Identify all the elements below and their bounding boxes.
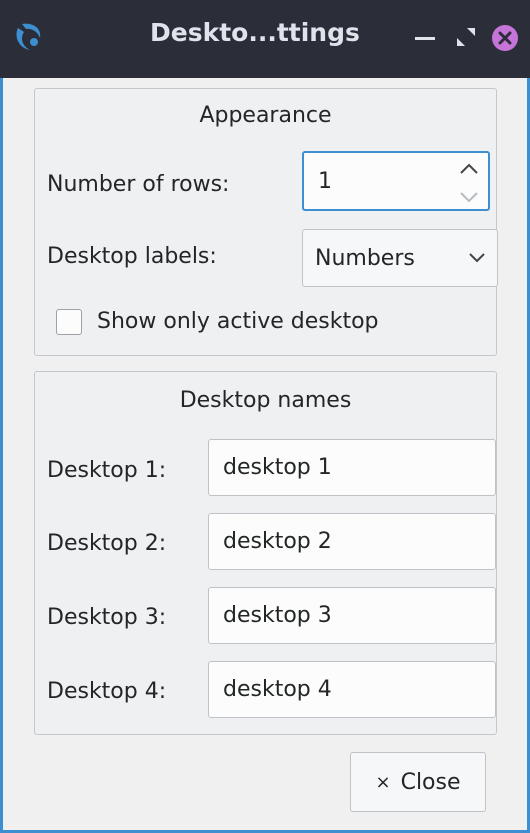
rows-spinbox[interactable]: 1 — [302, 151, 490, 211]
chevron-down-icon — [469, 253, 485, 263]
desktop-4-value: desktop 4 — [223, 677, 332, 702]
desktop-names-title: Desktop names — [179, 388, 352, 413]
desktop-4-input[interactable]: desktop 4 — [208, 661, 496, 718]
labels-combobox[interactable]: Numbers — [302, 229, 498, 287]
appearance-title: Appearance — [199, 103, 332, 128]
desktop-2-label: Desktop 2: — [47, 531, 167, 556]
close-x-glyph — [498, 31, 512, 45]
rows-label: Number of rows: — [47, 172, 230, 197]
close-window-icon[interactable] — [492, 25, 518, 51]
window-title: Deskto...ttings — [150, 18, 360, 47]
close-button[interactable]: × Close — [350, 752, 486, 812]
show-active-label[interactable]: Show only active desktop — [97, 309, 379, 334]
show-active-checkbox[interactable] — [56, 309, 82, 335]
title-bar[interactable]: Deskto...ttings — [0, 0, 530, 78]
app-logo-icon — [16, 23, 41, 50]
desktop-2-value: desktop 2 — [223, 529, 332, 554]
close-icon: × — [375, 771, 391, 793]
maximize-icon[interactable] — [455, 26, 477, 48]
desktop-1-input[interactable]: desktop 1 — [208, 439, 496, 496]
minimize-icon[interactable] — [412, 20, 438, 56]
desktop-3-label: Desktop 3: — [47, 605, 167, 630]
labels-value: Numbers — [315, 245, 415, 271]
desktop-1-label: Desktop 1: — [47, 458, 167, 483]
settings-dialog: Deskto...ttings Appearance Number of row… — [0, 0, 530, 833]
labels-label: Desktop labels: — [47, 244, 217, 269]
desktop-names-group: Desktop names Desktop 1: desktop 1 Deskt… — [34, 371, 497, 735]
desktop-3-value: desktop 3 — [223, 603, 332, 628]
desktop-2-input[interactable]: desktop 2 — [208, 513, 496, 570]
close-button-label: Close — [400, 769, 461, 795]
appearance-group: Appearance Number of rows: 1 Desktop lab… — [34, 88, 498, 356]
desktop-3-input[interactable]: desktop 3 — [208, 587, 496, 644]
desktop-1-value: desktop 1 — [223, 455, 332, 480]
desktop-4-label: Desktop 4: — [47, 679, 167, 704]
spin-arrows-icon[interactable] — [458, 159, 480, 207]
rows-value: 1 — [318, 168, 332, 194]
